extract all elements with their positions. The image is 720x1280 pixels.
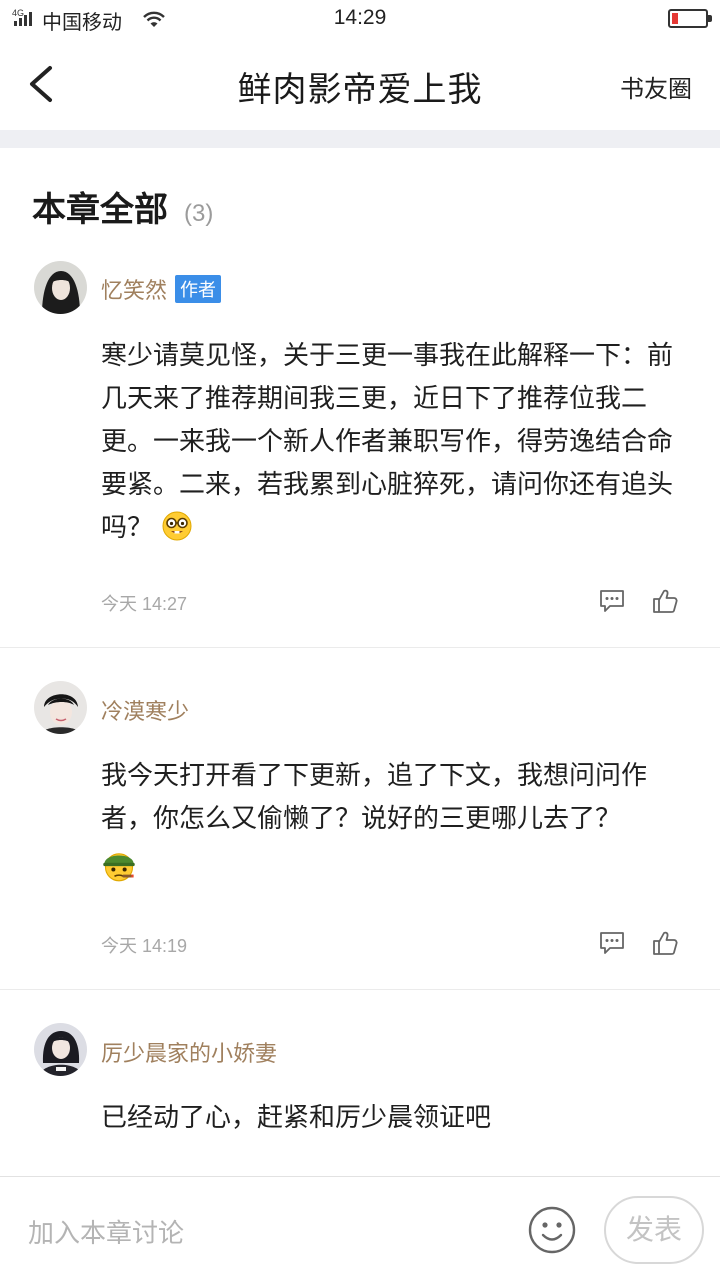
comment-username[interactable]: 忆笑然 作者 [101, 273, 222, 305]
comment-time: 今天 14:27 [101, 594, 188, 614]
comment-time: 今天 14:19 [101, 936, 188, 956]
page-title: 鲜肉影帝爱上我 [237, 70, 483, 110]
comment-text: 我今天打开看了下更新，追了下文，我想问问作者，你怎么又偷懒了？说好的三更哪儿去了… [101, 755, 697, 891]
thumbs-up-icon[interactable] [651, 587, 679, 615]
header-divider [0, 130, 720, 148]
avatar[interactable] [34, 1023, 87, 1076]
thumbs-up-icon[interactable] [651, 929, 679, 957]
comment-text: 已经动了心，赶紧和厉少晨领证吧 [101, 1097, 697, 1140]
reply-icon[interactable] [598, 930, 626, 956]
avatar[interactable] [34, 681, 87, 734]
soldier-helmet-cigar-emoji [103, 853, 135, 882]
send-button[interactable]: 发表 [604, 1196, 704, 1264]
comment-input[interactable]: 加入本章讨论 [28, 1213, 184, 1250]
status-bar: 4G 中国移动 14:29 [0, 0, 720, 38]
comment-count: (3) [184, 200, 214, 227]
comment-divider [0, 647, 720, 648]
nav-bar: 鲜肉影帝爱上我 书友圈 [0, 38, 720, 130]
battery-icon [668, 9, 712, 28]
comment-text-content: 已经动了心，赶紧和厉少晨领证吧 [101, 1103, 492, 1133]
author-badge: 作者 [175, 275, 222, 303]
comment-username[interactable]: 厉少晨家的小娇妻 [101, 1036, 277, 1068]
avatar[interactable] [34, 261, 87, 314]
book-circle-link[interactable]: 书友圈 [620, 69, 692, 104]
smiley-icon[interactable] [527, 1205, 577, 1255]
username-text: 忆笑然 [101, 279, 168, 304]
nerd-face-emoji [162, 511, 192, 541]
reply-icon[interactable] [598, 588, 626, 614]
comment-text-content: 我今天打开看了下更新，追了下文，我想问问作者，你怎么又偷懒了？说好的三更哪儿去了… [101, 761, 648, 834]
comment-divider [0, 989, 720, 990]
comment-text: 寒少请莫见怪，关于三更一事我在此解释一下：前几天来了推荐期间我三更，近日下了推荐… [101, 335, 697, 550]
section-title: 本章全部 [32, 190, 168, 230]
clock: 14:29 [333, 6, 387, 29]
comment-username[interactable]: 冷漠寒少 [101, 694, 189, 726]
comment-input-bar: 加入本章讨论 发表 [0, 1176, 720, 1280]
section-header: 本章全部 (3) [32, 182, 213, 232]
